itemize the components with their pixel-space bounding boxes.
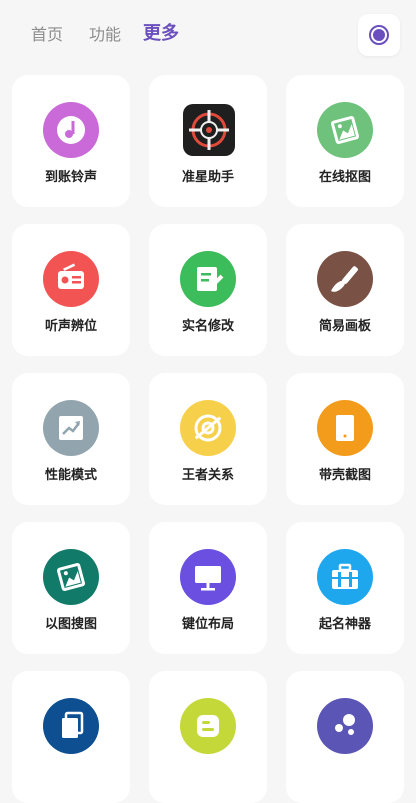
- edit-document-icon: [180, 251, 236, 307]
- record-dot: [373, 29, 385, 41]
- tool-card-framed-screenshot[interactable]: 带壳截图: [286, 373, 404, 505]
- image-cutout-icon: [317, 102, 373, 158]
- tool-card-simple-drawing[interactable]: 简易画板: [286, 224, 404, 356]
- tool-label: 在线抠图: [318, 170, 371, 185]
- tool-label: 实名修改: [181, 319, 234, 334]
- tool-label: 起名神器: [318, 617, 371, 632]
- music-note-icon: [43, 102, 99, 158]
- tool-card-key-layout[interactable]: 键位布局: [149, 522, 267, 654]
- tool-card-crosshair-helper[interactable]: 准星助手: [149, 75, 267, 207]
- tool-label: 以图搜图: [44, 617, 97, 632]
- tool-label: 王者关系: [181, 468, 234, 483]
- tool-label: 带壳截图: [318, 468, 371, 483]
- tool-label: 准星助手: [181, 170, 234, 185]
- tab-features[interactable]: 功能: [89, 24, 121, 46]
- tool-card-online-cutout[interactable]: 在线抠图: [286, 75, 404, 207]
- tab-home[interactable]: 首页: [31, 24, 63, 46]
- tool-card-copy[interactable]: [12, 671, 130, 803]
- paint-brush-icon: [317, 251, 373, 307]
- tab-more[interactable]: 更多: [143, 23, 179, 45]
- monitor-icon: [180, 549, 236, 605]
- tool-card-arrival-ringtone[interactable]: 到账铃声: [12, 75, 130, 207]
- tool-label: 听声辨位: [44, 319, 97, 334]
- tool-card-performance-mode[interactable]: 性能模式: [12, 373, 130, 505]
- tool-label: 简易画板: [318, 319, 371, 334]
- radio-icon: [43, 251, 99, 307]
- tool-card-king-relations[interactable]: 王者关系: [149, 373, 267, 505]
- tool-card-realname-edit[interactable]: 实名修改: [149, 224, 267, 356]
- briefcase-icon: [317, 549, 373, 605]
- record-button[interactable]: [358, 14, 400, 56]
- copy-icon: [43, 698, 99, 754]
- tool-card-sound-locate[interactable]: 听声辨位: [12, 224, 130, 356]
- tool-card-bubbles[interactable]: [286, 671, 404, 803]
- phone-frame-icon: [317, 400, 373, 456]
- crosshair-icon: [183, 104, 235, 156]
- tool-label: 到账铃声: [44, 170, 97, 185]
- tool-card-blogger[interactable]: [149, 671, 267, 803]
- tool-label: 键位布局: [181, 617, 234, 632]
- image-search-icon: [43, 549, 99, 605]
- trending-chart-icon: [43, 400, 99, 456]
- tool-card-name-generator[interactable]: 起名神器: [286, 522, 404, 654]
- tool-label: 性能模式: [44, 468, 97, 483]
- target-link-icon: [180, 400, 236, 456]
- tool-card-image-search[interactable]: 以图搜图: [12, 522, 130, 654]
- blogger-icon: [180, 698, 236, 754]
- top-bar: 首页 功能 更多: [0, 0, 416, 70]
- bubbles-icon: [317, 698, 373, 754]
